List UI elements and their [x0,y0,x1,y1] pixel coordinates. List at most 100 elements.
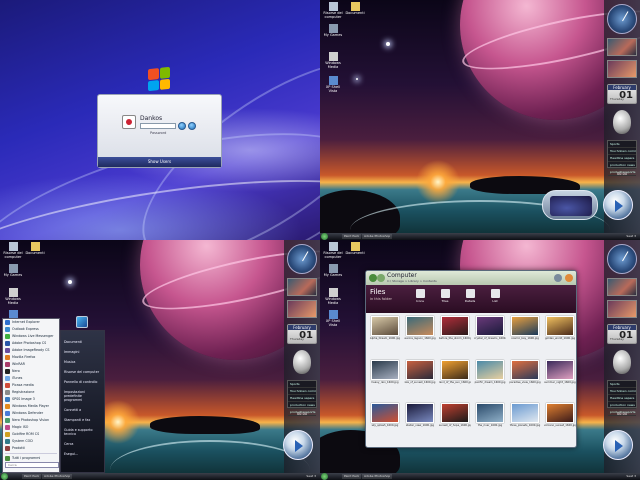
calendar-gadget[interactable]: February 01 Thursday [607,324,637,344]
start-menu-item[interactable]: Nero Photoshop Vision [3,417,59,424]
start-menu-item[interactable]: Magic ISO [3,424,59,431]
slideshow-gadget[interactable] [287,278,317,296]
taskbar-item[interactable]: Adobe Photoshop [42,474,73,479]
desktop-icon-games[interactable]: My Games [322,264,344,278]
desktop-icon-games[interactable]: My Games [2,264,24,278]
slideshow-gadget[interactable] [607,278,637,296]
file-item[interactable]: the_river_1600.jpg [474,403,506,444]
start-menu-item[interactable]: iTunes [3,375,59,382]
file-item[interactable]: three_planets_1600.jpg [509,403,541,444]
file-item[interactable]: Alpha_Dream_1600.jpg [369,316,401,357]
desktop-icon-media[interactable]: Windows Media [2,288,24,306]
clock-gadget[interactable] [607,4,637,34]
start-button-icon[interactable] [321,233,328,240]
egg-timer-gadget[interactable] [613,350,631,374]
play-button-icon[interactable] [603,190,633,220]
clock-gadget[interactable] [287,244,317,274]
start-menu-item[interactable]: Outlook Express [3,326,59,333]
file-item[interactable]: paradise_view_1600.jpg [509,359,541,401]
slideshow-gadget[interactable] [607,60,637,78]
desktop-icon-media[interactable]: Windows Media [322,52,344,70]
start-menu-place[interactable]: Immagini [61,347,104,357]
desktop-icon-documents[interactable]: Documenti [24,242,46,256]
start-menu-place[interactable]: Musica [61,357,104,367]
file-item[interactable]: crystal_of_dreams_1600.jpg [474,316,506,357]
feed-gadget[interactable]: Sports Touchdown comment Headline sapere… [607,380,637,416]
desktop-icon-computer[interactable]: Risorse del computer [322,2,344,20]
desktop-icon-documents[interactable]: Documenti [344,242,366,256]
calendar-gadget[interactable]: February 01 Thursday [287,324,317,344]
start-menu-place[interactable]: Risorse del computer [61,367,104,377]
user-picture-icon[interactable] [122,115,136,129]
start-menu-item[interactable]: Nero [3,368,59,375]
login-arrow-icon[interactable] [178,122,186,130]
desktop-icon-shell[interactable]: XP Shell Vista [322,76,344,94]
file-item[interactable]: land_of_the_sun_1600.jpg [439,359,471,401]
feed-item[interactable]: production news [288,402,316,409]
password-hint-icon[interactable] [188,122,196,130]
start-menu-item[interactable]: Registrazione [3,389,59,396]
start-menu-item[interactable]: Adobe Photoshop CS [3,340,59,347]
start-menu-place[interactable]: Documenti [61,337,104,347]
switch-user-button[interactable]: Show Users [98,157,221,167]
egg-timer-gadget[interactable] [293,350,311,374]
taskbar-item[interactable]: Paint Pack [342,234,362,239]
start-menu-item[interactable]: Windows Defender [3,410,59,417]
feed-item[interactable]: Touchdown comment [608,148,636,155]
start-menu-place[interactable]: Connetti a [61,405,104,415]
desktop-icon-media[interactable]: Windows Media [322,288,344,306]
file-item[interactable]: golden_world_1600.jpg [544,316,576,357]
feed-item[interactable]: production news [608,402,636,409]
taskbar-item[interactable]: Adobe Photoshop [362,474,393,479]
file-item[interactable]: before_the_storm_1600.jpg [439,316,471,357]
breadcrumb[interactable]: C:\ Storage > Library > Contents [387,279,437,283]
play-button-icon[interactable] [603,430,633,460]
start-menu-item[interactable]: Mozilla Firefox [3,354,59,361]
feed-gadget[interactable]: Sports Touchdown comment Headline sapere… [607,140,637,176]
file-item[interactable]: heavy_rain_1600.jpg [369,359,401,401]
start-menu-item[interactable]: WinRAR [3,361,59,368]
start-menu-place[interactable]: Stampanti e fax [61,415,104,425]
start-menu-place[interactable]: Cerca [61,439,104,449]
egg-timer-gadget[interactable] [613,110,631,134]
file-item[interactable]: stellar_view_1600.jpg [404,403,436,444]
taskbar-item[interactable]: Paint Pack [342,474,362,479]
desktop-icon-documents[interactable]: Documenti [344,2,366,16]
file-item[interactable]: summer_night_1600.jpg [544,359,576,401]
view-details-button[interactable]: Details [461,289,479,303]
start-menu-item[interactable]: Windows Media Player [3,403,59,410]
taskbar-item[interactable]: Adobe Photoshop [362,234,393,239]
feed-item[interactable]: Headline sapere [608,395,636,402]
file-item[interactable]: sunset_of_hope_1600.jpg [439,403,471,444]
feed-item[interactable]: production news [608,162,636,169]
desktop-icon-shell[interactable]: XP Shell Vista [322,310,344,328]
file-item[interactable]: pacific_dream_1600.jpg [474,359,506,401]
search-icon[interactable] [554,274,562,282]
start-menu-item[interactable]: Windows Live Messenger [3,333,59,340]
view-tiles-button[interactable]: Tiles [436,289,454,303]
start-menu-item[interactable]: Internet Explorer [3,319,59,326]
desktop-icon-computer[interactable]: Risorse del computer [322,242,344,260]
slideshow-gadget[interactable] [607,38,637,56]
calendar-gadget[interactable]: February 01 Thursday [607,84,637,104]
file-item[interactable]: volcano_sunset_1600.jpg [544,403,576,444]
start-button-icon[interactable] [1,473,8,480]
start-menu-item[interactable]: SPSS Image 3 [3,396,59,403]
start-menu-item[interactable]: Picasa media [3,382,59,389]
file-item[interactable]: aurora_lagoon_1600.jpg [404,316,436,357]
feed-gadget[interactable]: Sports Touchdown comment Headline sapere… [287,380,317,416]
back-arrow-icon[interactable] [369,274,377,282]
view-icons-button[interactable]: Icons [411,289,429,303]
feed-item[interactable]: Touchdown comment [288,388,316,395]
file-item[interactable]: isle_of_sunset_1600.jpg [404,359,436,401]
start-menu-item[interactable]: Prodotti [3,445,59,452]
start-menu-place[interactable]: Pannello di controllo [61,377,104,387]
play-button-icon[interactable] [283,430,313,460]
desktop-icon-games[interactable]: My Games [322,24,344,38]
file-item[interactable]: cosmic_bay_1600.jpg [509,316,541,357]
slideshow-gadget[interactable] [287,300,317,318]
user-picture-icon[interactable] [76,316,88,328]
start-menu-item[interactable]: System COD [3,438,59,445]
view-list-button[interactable]: List [486,289,504,303]
start-menu-place[interactable]: Impostazioni predefinite programmi [61,387,104,405]
